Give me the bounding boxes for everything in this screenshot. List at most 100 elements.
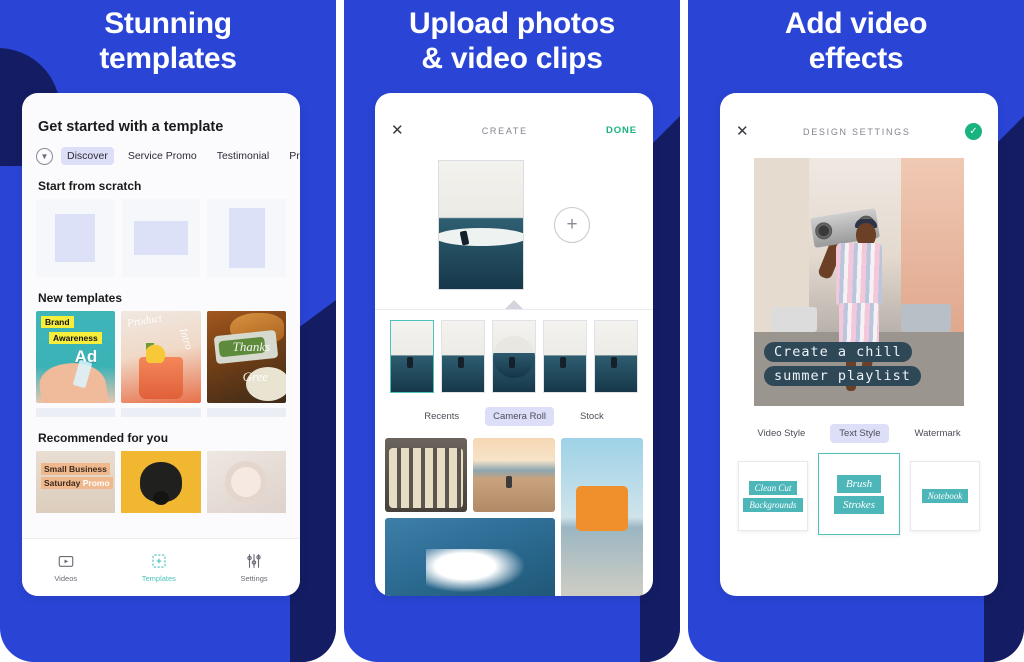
section-new-templates-label: New templates xyxy=(38,291,123,305)
panel-title-3-line1: Add video xyxy=(784,7,928,40)
chevron-down-icon[interactable]: ▼ xyxy=(36,147,53,165)
nav-label-templates: Templates xyxy=(141,574,176,583)
chip-discover[interactable]: Discover xyxy=(61,147,114,165)
effect-label-brush-2: Strokes xyxy=(834,495,884,514)
tab-recents[interactable]: Recents xyxy=(416,407,467,426)
caption-line-1: Create a chill xyxy=(764,342,912,362)
chip-product[interactable]: Prod xyxy=(283,147,300,165)
section-start-from-scratch-label: Start from scratch xyxy=(38,179,142,193)
panel-title-1-line1: Stunning xyxy=(104,7,232,40)
gallery-photo-wave[interactable] xyxy=(385,518,555,596)
effect-card-brush-strokes[interactable]: Brush Strokes xyxy=(818,453,900,535)
recommended-text-promo: Promo xyxy=(82,478,110,488)
filmstrip-caret-icon xyxy=(505,300,523,309)
phone-mockup-upload: ✕ CREATE DONE + Recents Camera Roll Stoc… xyxy=(375,93,653,596)
style-tab-row: Video Style Text Style Watermark xyxy=(720,406,998,443)
recommended-card-dog[interactable] xyxy=(121,451,201,513)
filmstrip-thumb-5[interactable] xyxy=(594,320,638,393)
panel-title-2-line1: Upload photos xyxy=(408,7,616,40)
source-tab-row: Recents Camera Roll Stock xyxy=(375,393,653,438)
scratch-portrait-option[interactable] xyxy=(36,199,115,277)
filmstrip-thumb-3[interactable] xyxy=(492,320,536,393)
hero-preview[interactable]: Create a chill summer playlist xyxy=(754,158,964,406)
chip-testimonial[interactable]: Testimonial xyxy=(211,147,276,165)
scratch-landscape-option[interactable] xyxy=(121,199,201,277)
new-templates-row: Brand Awareness Ad Product Intro Thanks … xyxy=(22,311,300,403)
start-from-scratch-row xyxy=(22,199,300,277)
template-card-thanksgiving[interactable]: Thanks Gree xyxy=(206,311,286,403)
effect-label-brush-1: Brush xyxy=(836,474,882,493)
caption-line-2: summer playlist xyxy=(764,366,921,386)
check-icon[interactable]: ✓ xyxy=(965,123,982,140)
topbar-title: DESIGN SETTINGS xyxy=(803,126,911,137)
template-text-product: Product xyxy=(126,312,164,330)
phone-mockup-effects: ✕ DESIGN SETTINGS ✓ Create a chill summe… xyxy=(720,93,998,596)
recommended-text-line2: Saturday Promo xyxy=(41,477,113,489)
close-icon[interactable]: ✕ xyxy=(736,124,749,139)
recommended-row: Small Business Saturday Promo xyxy=(22,451,300,513)
hands-cup-photo xyxy=(231,467,262,497)
video-folder-icon xyxy=(58,555,74,567)
template-text-brand: Brand xyxy=(41,316,74,328)
panel-title-2: Upload photos & video clips xyxy=(344,0,680,77)
panel-title-2-line2: & video clips xyxy=(421,42,603,76)
filmstrip-thumb-2[interactable] xyxy=(441,320,485,393)
template-text-greens: Gree xyxy=(242,369,269,384)
editor-topbar: ✕ CREATE DONE xyxy=(375,93,653,138)
tab-stock[interactable]: Stock xyxy=(572,407,612,426)
promo-panel-templates: Stunning templates Get started with a te… xyxy=(0,0,336,662)
effect-card-notebook[interactable]: Notebook xyxy=(910,461,980,531)
template-card-product-intro[interactable]: Product Intro xyxy=(121,311,201,403)
done-button[interactable]: DONE xyxy=(606,125,637,136)
tab-video-style[interactable]: Video Style xyxy=(748,424,814,443)
nav-label-settings: Settings xyxy=(240,574,268,583)
gallery-photo-beach[interactable] xyxy=(473,438,555,512)
nav-item-templates[interactable]: Templates xyxy=(142,552,176,583)
nav-item-settings[interactable]: Settings xyxy=(241,552,268,583)
recommended-text-line1: Small Business xyxy=(41,463,110,475)
scratch-story-option[interactable] xyxy=(207,199,287,277)
promo-panel-effects: Add video effects ✕ DESIGN SETTINGS ✓ Cr… xyxy=(688,0,1024,662)
topbar-title: CREATE xyxy=(481,125,528,136)
gallery-photo-van[interactable] xyxy=(561,438,643,596)
close-icon[interactable]: ✕ xyxy=(391,123,404,138)
section-recommended-label: Recommended for you xyxy=(38,431,169,445)
recommended-card-small-business[interactable]: Small Business Saturday Promo xyxy=(36,451,116,513)
panel-title-1: Stunning templates xyxy=(0,0,336,77)
filmstrip-thumb-4[interactable] xyxy=(543,320,587,393)
template-text-thanks: Thanks xyxy=(232,339,271,354)
filmstrip xyxy=(375,310,653,393)
drink-illustration xyxy=(138,357,183,399)
gallery-photo-surfboards[interactable] xyxy=(385,438,467,512)
bottom-navigation-bar: Videos Templates Settings xyxy=(22,538,300,596)
templates-icon xyxy=(152,554,166,568)
clip-preview-area: + xyxy=(375,138,653,290)
effect-card-clean-cut[interactable]: Clean Cut Backgrounds xyxy=(738,461,808,531)
dog-photo xyxy=(139,462,182,502)
text-style-options: Clean Cut Backgrounds Brush Strokes Note… xyxy=(720,443,998,535)
panel-title-1-line2: templates xyxy=(99,42,237,76)
panel-title-3: Add video effects xyxy=(688,0,1024,77)
tab-text-style[interactable]: Text Style xyxy=(830,424,890,443)
effect-label-clean-cut-1: Clean Cut xyxy=(748,480,798,495)
design-settings-topbar: ✕ DESIGN SETTINGS ✓ xyxy=(720,93,998,140)
filmstrip-thumb-1[interactable] xyxy=(390,320,434,393)
effect-label-notebook: Notebook xyxy=(921,489,969,503)
template-card-brand-awareness[interactable]: Brand Awareness Ad xyxy=(36,311,116,403)
template-text-awareness: Awareness xyxy=(49,332,102,344)
tab-camera-roll[interactable]: Camera Roll xyxy=(485,407,554,426)
template-caption-placeholders xyxy=(22,403,300,417)
category-chip-row[interactable]: ▼ Discover Service Promo Testimonial Pro… xyxy=(22,135,300,165)
sliders-icon xyxy=(247,554,261,568)
caption-overlay: Create a chill summer playlist xyxy=(764,342,954,390)
add-clip-button[interactable]: + xyxy=(554,207,590,243)
recommended-card-hands-cup[interactable] xyxy=(206,451,286,513)
nav-item-videos[interactable]: Videos xyxy=(54,552,77,583)
clip-preview-surf[interactable] xyxy=(438,160,524,290)
chip-service-promo[interactable]: Service Promo xyxy=(122,147,203,165)
nav-label-videos: Videos xyxy=(54,574,78,583)
tab-watermark[interactable]: Watermark xyxy=(905,424,969,443)
app-store-screenshot-gallery: Stunning templates Get started with a te… xyxy=(0,0,1024,662)
panel-title-3-line2: effects xyxy=(808,42,904,76)
promo-panel-upload: Upload photos & video clips ✕ CREATE DON… xyxy=(344,0,680,662)
